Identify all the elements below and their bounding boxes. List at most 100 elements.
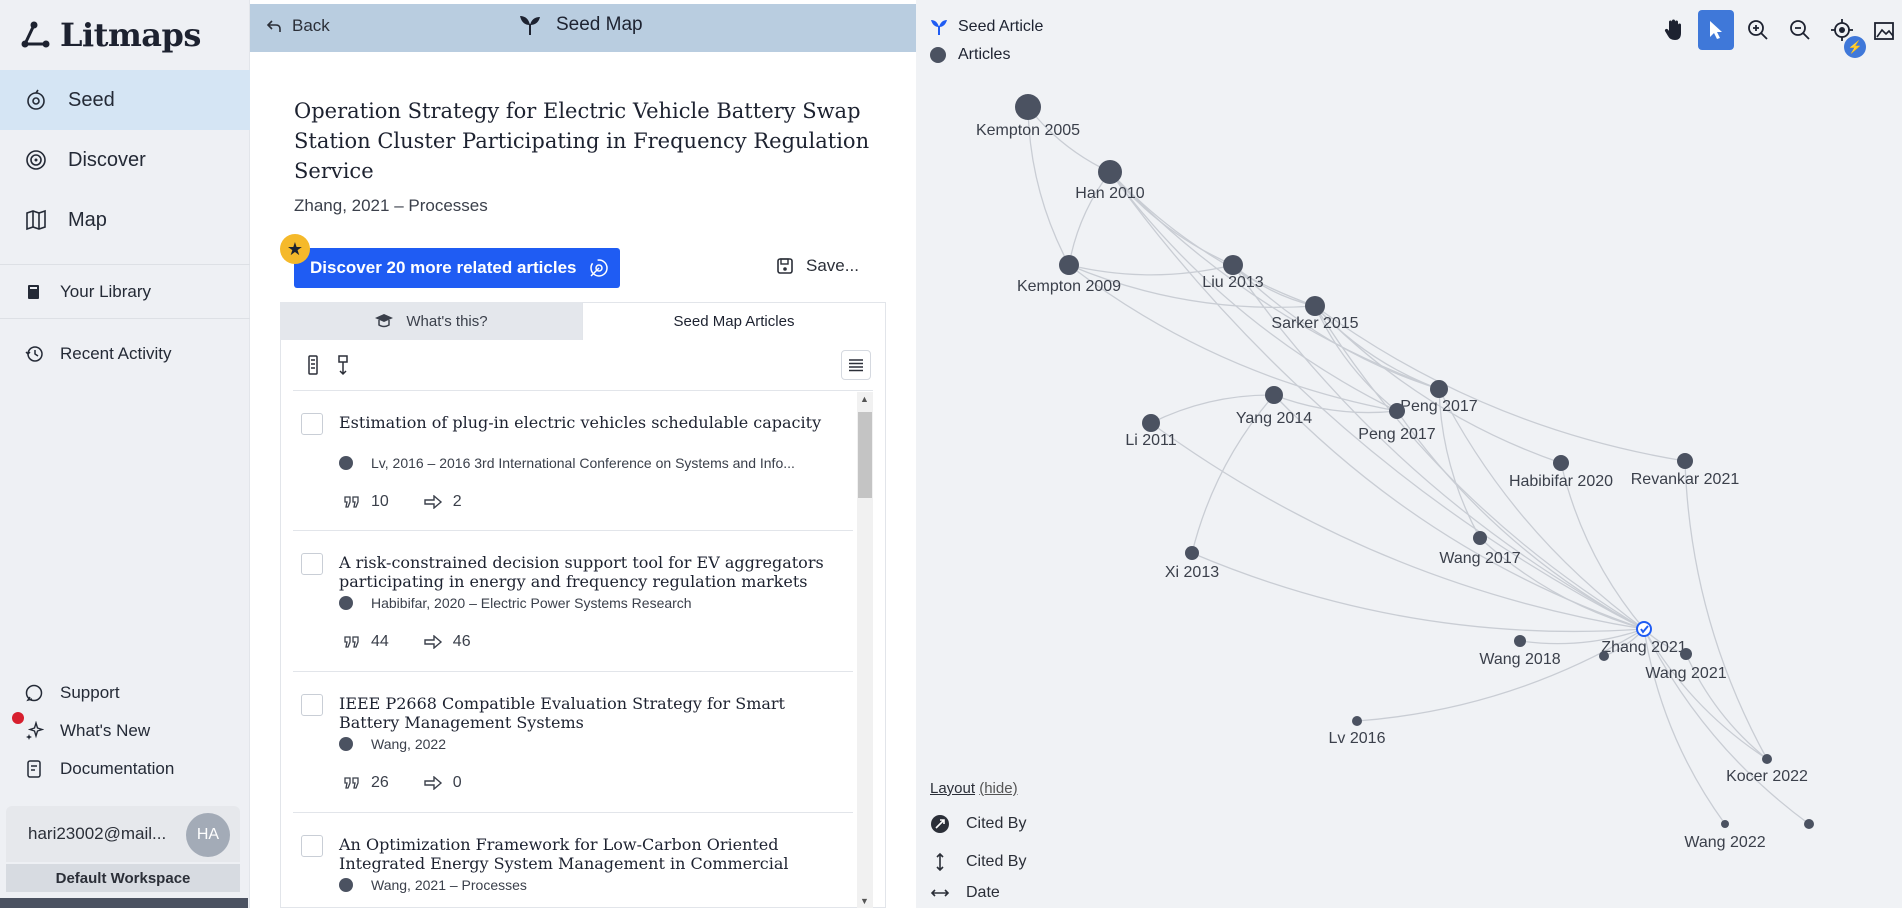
- workspace-selector[interactable]: Default Workspace: [6, 864, 240, 892]
- article-node[interactable]: Revankar 2021: [1631, 453, 1740, 488]
- seed-node[interactable]: Zhang 2021: [1601, 621, 1687, 656]
- article-checkbox[interactable]: [301, 553, 323, 575]
- zoom-out-button[interactable]: [1782, 10, 1818, 50]
- nav-your-library[interactable]: Your Library: [0, 274, 250, 310]
- scroll-down-icon[interactable]: ▼: [860, 896, 869, 906]
- seed-node-circle[interactable]: [1636, 621, 1652, 637]
- nav-documentation[interactable]: Documentation: [0, 751, 250, 787]
- article-stats: 26 0: [343, 774, 462, 792]
- list-item[interactable]: An Optimization Framework for Low-Carbon…: [293, 813, 853, 908]
- avatar[interactable]: HA: [186, 813, 230, 857]
- article-node-circle[interactable]: [1389, 403, 1405, 419]
- list-menu-button[interactable]: [841, 350, 871, 380]
- article-node[interactable]: Peng 2017: [1400, 380, 1478, 415]
- nav-map-label: Map: [68, 208, 107, 231]
- article-node[interactable]: Wang 2022: [1684, 820, 1766, 851]
- article-node-circle[interactable]: [1305, 296, 1325, 316]
- article-node[interactable]: Yang 2014: [1236, 386, 1312, 427]
- article-node[interactable]: [1599, 651, 1609, 661]
- zoom-in-button[interactable]: [1740, 10, 1776, 50]
- article-node-circle[interactable]: [1059, 255, 1079, 275]
- article-node-circle[interactable]: [1098, 160, 1122, 184]
- article-node-circle[interactable]: [1223, 255, 1243, 275]
- seed-article-title[interactable]: Operation Strategy for Electric Vehicle …: [294, 96, 874, 186]
- article-node[interactable]: [1804, 819, 1814, 829]
- article-node[interactable]: Lv 2016: [1329, 716, 1386, 747]
- article-node-circle[interactable]: [1762, 754, 1772, 764]
- article-node-circle[interactable]: [1473, 531, 1487, 545]
- tab-seed-map-articles[interactable]: Seed Map Articles: [582, 302, 886, 340]
- article-node[interactable]: Habibifar 2020: [1509, 455, 1613, 490]
- nav-recent-activity-label: Recent Activity: [60, 344, 172, 363]
- article-node[interactable]: Kocer 2022: [1726, 754, 1808, 785]
- logo[interactable]: Litmaps: [20, 16, 201, 54]
- back-arrow-icon: [266, 20, 281, 32]
- article-meta: Habibifar, 2020 – Electric Power Systems…: [339, 595, 839, 611]
- nav-map[interactable]: Map: [0, 190, 250, 250]
- article-node-circle[interactable]: [1680, 648, 1692, 660]
- seed-sprout-icon: [931, 20, 947, 35]
- article-node[interactable]: Liu 2013: [1202, 255, 1264, 291]
- nav-support[interactable]: Support: [0, 675, 250, 711]
- nav-discover[interactable]: Discover: [0, 130, 250, 190]
- article-node-circle[interactable]: [1015, 94, 1041, 120]
- article-node[interactable]: Kempton 2009: [1017, 255, 1121, 295]
- article-node-circle[interactable]: [1185, 546, 1199, 560]
- layout-size-option[interactable]: Cited By: [930, 814, 1026, 834]
- sidebar: Litmaps Seed Discover Map Your Library R…: [0, 0, 250, 908]
- nav-seed[interactable]: Seed: [0, 70, 250, 130]
- export-image-button[interactable]: [1866, 10, 1902, 50]
- sort-citations-icon[interactable]: [303, 354, 323, 376]
- article-node[interactable]: Li 2011: [1125, 414, 1177, 449]
- legend-seed: Seed Article: [930, 18, 1043, 36]
- layout-y-axis-option[interactable]: Cited By: [930, 852, 1026, 872]
- article-node-circle[interactable]: [1430, 380, 1448, 398]
- lightning-icon[interactable]: ⚡: [1844, 36, 1866, 58]
- scroll-up-icon[interactable]: ▲: [860, 394, 869, 404]
- article-node-circle[interactable]: [1352, 716, 1362, 726]
- article-checkbox[interactable]: [301, 694, 323, 716]
- article-title[interactable]: Estimation of plug-in electric vehicles …: [339, 413, 839, 432]
- discover-more-button[interactable]: Discover 20 more related articles: [294, 248, 620, 288]
- layout-title: Layout: [930, 780, 976, 797]
- article-node[interactable]: Kempton 2005: [976, 94, 1080, 139]
- account-menu[interactable]: hari23002@mail... HA: [6, 806, 240, 862]
- article-node-circle[interactable]: [1599, 651, 1609, 661]
- article-node-circle[interactable]: [1514, 635, 1526, 647]
- map-canvas[interactable]: Kempton 2005 Han 2010 Kempton 2009 Liu 2013…: [916, 0, 1902, 908]
- article-title[interactable]: A risk-constrained decision support tool…: [339, 553, 839, 591]
- article-node-circle[interactable]: [1142, 414, 1160, 432]
- article-node[interactable]: Xi 2013: [1165, 546, 1219, 581]
- back-button[interactable]: Back: [266, 16, 330, 36]
- list-scrollbar[interactable]: ▲ ▼: [857, 392, 873, 908]
- article-node[interactable]: Wang 2018: [1479, 635, 1561, 668]
- save-button[interactable]: Save...: [776, 256, 859, 276]
- tab-whats-this[interactable]: What's this?: [280, 302, 582, 340]
- article-node[interactable]: Sarker 2015: [1271, 296, 1359, 332]
- list-item[interactable]: A risk-constrained decision support tool…: [293, 531, 853, 672]
- nav-whats-new[interactable]: What's New: [0, 713, 250, 749]
- layout-hide-link[interactable]: (hide): [979, 780, 1017, 797]
- scroll-thumb[interactable]: [858, 412, 872, 498]
- article-title[interactable]: IEEE P2668 Compatible Evaluation Strateg…: [339, 694, 839, 732]
- pan-tool[interactable]: [1656, 10, 1692, 50]
- layout-x-axis-option[interactable]: Date: [930, 883, 1000, 903]
- article-checkbox[interactable]: [301, 413, 323, 435]
- article-node-circle[interactable]: [1553, 455, 1569, 471]
- list-item[interactable]: IEEE P2668 Compatible Evaluation Strateg…: [293, 672, 853, 813]
- nav-recent-activity[interactable]: Recent Activity: [0, 336, 250, 372]
- article-node-circle[interactable]: [1721, 820, 1729, 828]
- article-checkbox[interactable]: [301, 835, 323, 857]
- citation-map[interactable]: Kempton 2005 Han 2010 Kempton 2009 Liu 2013…: [916, 0, 1902, 908]
- article-meta-text: Wang, 2022: [371, 736, 446, 752]
- article-node[interactable]: Han 2010: [1075, 160, 1145, 202]
- article-node-circle[interactable]: [1265, 386, 1283, 404]
- article-node-circle[interactable]: [1677, 453, 1693, 469]
- sort-order-icon[interactable]: [333, 354, 353, 376]
- article-title[interactable]: An Optimization Framework for Low-Carbon…: [339, 835, 839, 873]
- nav-seed-label: Seed: [68, 88, 115, 111]
- sidebar-collapse-bar[interactable]: [0, 898, 248, 908]
- select-tool[interactable]: [1698, 10, 1734, 50]
- list-item[interactable]: Estimation of plug-in electric vehicles …: [293, 391, 853, 531]
- article-node-circle[interactable]: [1804, 819, 1814, 829]
